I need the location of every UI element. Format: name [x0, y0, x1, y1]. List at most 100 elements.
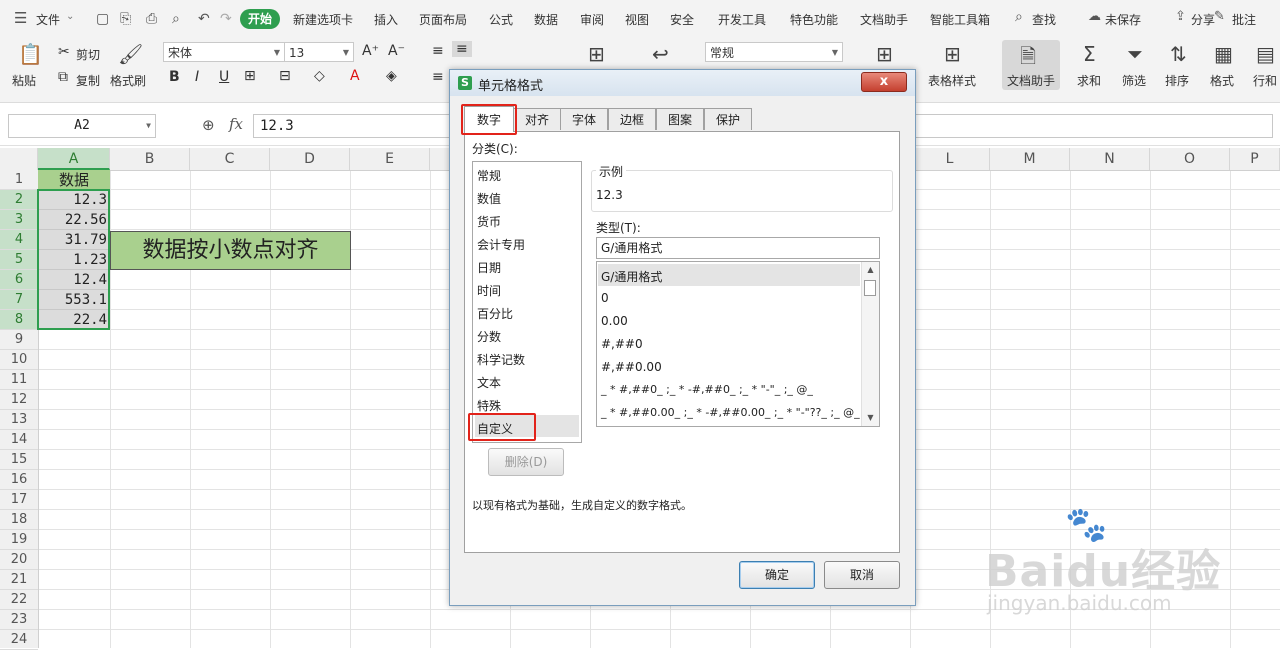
tab-new[interactable]: 新建选项卡: [293, 11, 353, 28]
doc-helper-button[interactable]: 文档助手: [1007, 72, 1055, 89]
column-header-D[interactable]: D: [270, 148, 350, 170]
row-header[interactable]: 5: [0, 250, 38, 270]
italic-icon[interactable]: I: [195, 69, 199, 85]
category-item[interactable]: 日期: [477, 259, 501, 276]
column-header-P[interactable]: P: [1230, 148, 1280, 170]
format-painter-icon[interactable]: 🖌: [118, 42, 143, 66]
font-name-select[interactable]: 宋体 ▼: [163, 42, 285, 62]
wrap-text-icon[interactable]: ↩: [652, 42, 669, 66]
align-middle-icon[interactable]: ≡: [452, 41, 472, 57]
category-item[interactable]: 特殊: [477, 397, 501, 414]
table-style-button[interactable]: 表格样式: [928, 72, 976, 89]
row-header[interactable]: 8: [0, 310, 38, 330]
copy-button[interactable]: 复制: [76, 72, 100, 89]
dialog-title-bar[interactable]: S 单元格格式 x: [450, 70, 915, 96]
row-header[interactable]: 7: [0, 290, 38, 310]
filter-button[interactable]: 筛选: [1122, 72, 1146, 89]
tab-data[interactable]: 数据: [534, 11, 558, 28]
sort-button[interactable]: 排序: [1165, 72, 1189, 89]
doc-helper-icon[interactable]: 🗎: [1020, 42, 1036, 76]
tab-smart-toolbox[interactable]: 智能工具箱: [930, 11, 990, 28]
export-icon[interactable]: ⎘: [120, 11, 131, 27]
merge-icon[interactable]: ⊟: [279, 68, 291, 84]
tab-border[interactable]: 边框: [608, 108, 656, 130]
name-box[interactable]: A2 ▼: [8, 114, 156, 138]
sum-icon[interactable]: Σ: [1083, 42, 1096, 66]
tab-insert[interactable]: 插入: [374, 11, 398, 28]
tab-page-layout[interactable]: 页面布局: [419, 11, 467, 28]
column-header-L[interactable]: L: [910, 148, 990, 170]
select-all-corner[interactable]: [0, 148, 38, 170]
row-header[interactable]: 3: [0, 210, 38, 230]
row-header[interactable]: 1: [0, 170, 38, 190]
font-color-icon[interactable]: A: [350, 68, 360, 84]
row-header[interactable]: 18: [0, 510, 38, 530]
row-header[interactable]: 11: [0, 370, 38, 390]
type-list-scrollbar[interactable]: ▲ ▼: [861, 262, 879, 426]
column-header-O[interactable]: O: [1150, 148, 1230, 170]
row-header[interactable]: 21: [0, 570, 38, 590]
tab-security[interactable]: 安全: [670, 11, 694, 28]
tab-alignment[interactable]: 对齐: [513, 108, 561, 130]
category-item[interactable]: 时间: [477, 282, 501, 299]
category-item[interactable]: 会计专用: [477, 236, 525, 253]
row-header[interactable]: 4: [0, 230, 38, 250]
fill-color-icon[interactable]: ◇: [314, 68, 325, 84]
cancel-button[interactable]: 取消: [824, 561, 900, 589]
clear-icon[interactable]: ◈: [386, 68, 397, 84]
tab-view[interactable]: 视图: [625, 11, 649, 28]
share-button[interactable]: 分享: [1191, 11, 1215, 28]
row-header[interactable]: 22: [0, 590, 38, 610]
format-icon[interactable]: ▦: [1214, 42, 1233, 66]
tab-font[interactable]: 字体: [560, 108, 608, 130]
tab-review[interactable]: 审阅: [580, 11, 604, 28]
column-header-A[interactable]: A: [38, 148, 110, 170]
category-item[interactable]: 分数: [477, 328, 501, 345]
rowcol-button[interactable]: 行和: [1253, 72, 1277, 89]
note-cell[interactable]: 数据按小数点对齐: [110, 231, 351, 270]
column-header-C[interactable]: C: [190, 148, 270, 170]
increase-font-icon[interactable]: A⁺: [362, 43, 379, 59]
fx-icon[interactable]: fx: [229, 115, 243, 133]
row-header[interactable]: 10: [0, 350, 38, 370]
tab-features[interactable]: 特色功能: [790, 11, 838, 28]
table-style-icon[interactable]: ⊞: [944, 42, 961, 66]
tab-protection[interactable]: 保护: [704, 108, 752, 130]
align-left-icon[interactable]: ≡: [432, 69, 444, 85]
border-icon[interactable]: ⊞: [244, 68, 256, 84]
category-item[interactable]: 货币: [477, 213, 501, 230]
row-header[interactable]: 24: [0, 630, 38, 650]
type-item[interactable]: 0: [601, 291, 609, 305]
format-button[interactable]: 格式: [1210, 72, 1234, 89]
type-item[interactable]: G/通用格式: [601, 268, 662, 285]
chevron-down-icon[interactable]: ⌄: [66, 11, 74, 22]
category-item[interactable]: 文本: [477, 374, 501, 391]
tab-home[interactable]: 开始: [240, 9, 280, 29]
format-painter-button[interactable]: 格式刷: [110, 72, 146, 89]
tab-developer[interactable]: 开发工具: [718, 11, 766, 28]
category-item[interactable]: 百分比: [477, 305, 513, 322]
row-header[interactable]: 6: [0, 270, 38, 290]
category-list[interactable]: 常规 数值 货币 会计专用 日期 时间 百分比 分数 科学记数 文本 特殊 自定…: [472, 161, 582, 443]
row-header[interactable]: 12: [0, 390, 38, 410]
type-item[interactable]: _ * #,##0.00_ ;_ * -#,##0.00_ ;_ * "-"??…: [601, 406, 860, 419]
hamburger-menu-icon[interactable]: ☰: [14, 9, 27, 27]
row-header[interactable]: 14: [0, 430, 38, 450]
search-icon[interactable]: ⌕: [1015, 9, 1023, 25]
type-item[interactable]: #,##0: [601, 337, 643, 351]
row-header[interactable]: 2: [0, 190, 38, 210]
save-icon[interactable]: ▢: [96, 11, 109, 27]
bold-icon[interactable]: B: [169, 69, 180, 85]
undo-icon[interactable]: ↶: [198, 11, 210, 27]
decrease-font-icon[interactable]: A⁻: [388, 43, 405, 59]
type-input[interactable]: G/通用格式: [596, 237, 880, 259]
row-header[interactable]: 15: [0, 450, 38, 470]
delete-button[interactable]: 删除(D): [488, 448, 564, 476]
paste-icon[interactable]: 📋: [18, 42, 43, 66]
row-header[interactable]: 19: [0, 530, 38, 550]
row-header[interactable]: 20: [0, 550, 38, 570]
type-item[interactable]: 0.00: [601, 314, 628, 328]
column-header-B[interactable]: B: [110, 148, 190, 170]
cut-button[interactable]: 剪切: [76, 46, 100, 63]
conditional-format-icon[interactable]: ⊞: [876, 42, 893, 66]
